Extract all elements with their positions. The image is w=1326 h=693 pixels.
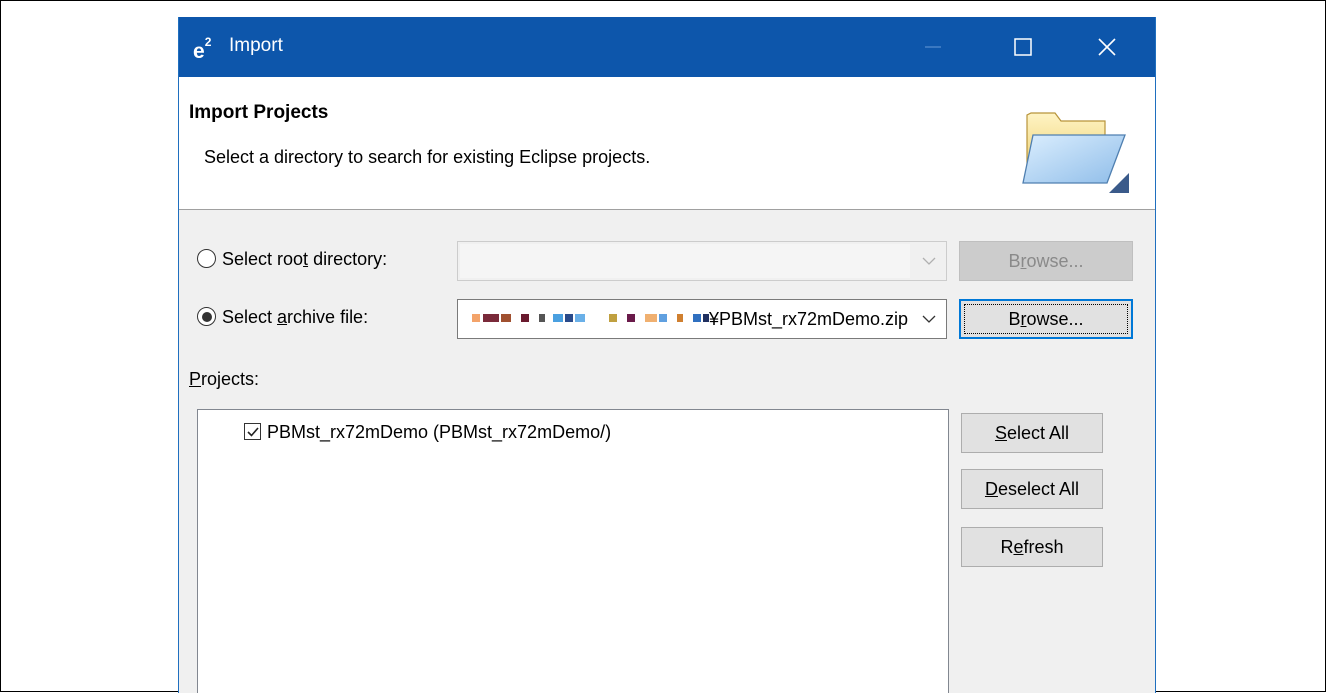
- page-description: Select a directory to search for existin…: [204, 147, 651, 167]
- select-root-directory-radio[interactable]: Select root directory:: [197, 249, 387, 270]
- window-title: Import: [229, 35, 283, 56]
- minimize-icon: [925, 46, 941, 48]
- root-directory-combo: [457, 241, 947, 281]
- minimize-button[interactable]: [901, 17, 965, 77]
- title-bar[interactable]: e2 Import: [179, 17, 1155, 77]
- select-all-button[interactable]: Select All: [961, 413, 1103, 453]
- archive-file-path: ¥PBMst_rx72mDemo.zip: [472, 309, 912, 330]
- close-button[interactable]: [1075, 17, 1139, 77]
- chevron-down-icon[interactable]: [918, 313, 936, 325]
- maximize-icon: [1014, 38, 1032, 56]
- maximize-button[interactable]: [991, 17, 1055, 77]
- projects-label: Projects:: [189, 369, 260, 389]
- radio-unselected[interactable]: [197, 249, 216, 268]
- browse-archive-button[interactable]: Browse...: [959, 299, 1133, 339]
- wizard-header: Import Projects Select a directory to se…: [179, 77, 1155, 210]
- folder-icon: [1022, 112, 1129, 193]
- project-checkbox[interactable]: [244, 423, 261, 440]
- project-label: PBMst_rx72mDemo (PBMst_rx72mDemo/): [267, 422, 612, 442]
- browse-root-button: Browse...: [959, 241, 1133, 281]
- page-title: Import Projects: [189, 102, 329, 123]
- select-archive-file-radio[interactable]: Select archive file:: [197, 307, 368, 328]
- close-icon: [1098, 38, 1116, 56]
- import-dialog: e2 Import Import Projects Select a direc…: [178, 17, 1156, 693]
- radio-selected[interactable]: [197, 307, 216, 326]
- checkmark-icon: [247, 427, 259, 437]
- deselect-all-button[interactable]: Deselect All: [961, 469, 1103, 509]
- archive-file-combo[interactable]: ¥PBMst_rx72mDemo.zip: [457, 299, 947, 339]
- e2-studio-icon: e2: [193, 35, 212, 63]
- chevron-down-icon: [922, 257, 936, 265]
- list-item[interactable]: PBMst_rx72mDemo (PBMst_rx72mDemo/): [244, 422, 611, 443]
- refresh-button[interactable]: Refresh: [961, 527, 1103, 567]
- projects-list[interactable]: PBMst_rx72mDemo (PBMst_rx72mDemo/): [197, 409, 949, 693]
